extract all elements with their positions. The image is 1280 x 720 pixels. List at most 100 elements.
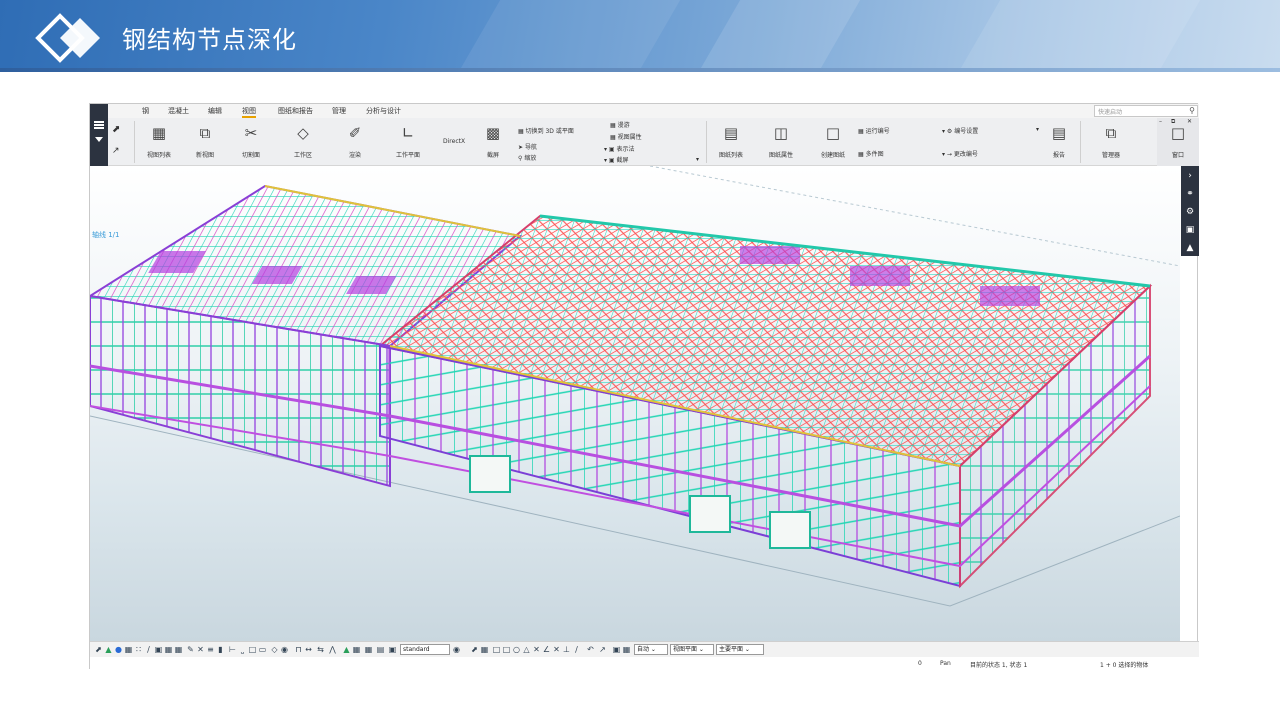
snap-arc-icon[interactable]: ↶ [586,645,595,654]
edit-icon[interactable]: ✎ [186,645,195,654]
filter-options-icon[interactable]: ◉ [452,645,461,654]
run-numbering-button[interactable]: ▦ 运行编号 [858,126,890,135]
numbering-settings-button[interactable]: ▾ ⚙ 编号设置 [942,126,978,135]
ribbon-expand-icon[interactable]: ▾ [696,156,699,163]
bracket-icon[interactable]: ⎵ [238,645,247,654]
object-icon[interactable]: ▣ [388,645,397,654]
tab-view[interactable]: 视图 [242,106,256,118]
render-button[interactable]: ✐ 渲染 [340,124,370,159]
window-button[interactable]: □ 窗口 [1165,124,1191,159]
tab-steel[interactable]: 钢 [142,106,149,116]
gate-icon[interactable]: ⊓ [294,645,303,654]
snap-triangle-icon[interactable]: △ [522,645,531,654]
frame-icon[interactable]: □ [248,645,257,654]
view-properties-button[interactable]: ▦ 视图属性 [610,132,642,141]
work-area-button[interactable]: ◇ 工作区 [288,124,318,159]
tab-manage[interactable]: 管理 [332,106,346,116]
grid-select-icon[interactable]: ▦ [124,645,133,654]
multi-drawing-button[interactable]: ▦ 多件图 [858,149,884,158]
numbering-dropdown-icon[interactable]: ▾ [1036,126,1039,133]
chevron-right-icon[interactable]: › [1184,170,1196,182]
chevron-down-icon[interactable] [95,137,103,142]
eye-icon[interactable]: ◉ [280,645,289,654]
component-icon[interactable]: ▤ [376,645,385,654]
snap-point-icon[interactable]: □ [502,645,511,654]
roam-button[interactable]: ▦ 漫游 [610,120,630,129]
steel-structure-model [90,166,1180,607]
snap-icon[interactable]: ↗ [112,146,120,156]
model-viewport[interactable]: 轴线 1/1 z [90,166,1180,641]
snap-box-icon[interactable]: □ [492,645,501,654]
gear-icon[interactable]: ⚙ [1184,206,1196,218]
filter-icon[interactable]: ▦ [364,645,373,654]
cut-icon[interactable]: ✕ [196,645,205,654]
snap-plane-icon[interactable]: ▣ [612,645,621,654]
menu-icon[interactable] [94,121,104,129]
snap-mode-select[interactable]: 自动 ⌄ [634,644,668,655]
ribbon-panel: ⬈ ↗ ▦ 视图列表 ⧉ 新视图 ✂ 切割面 ◇ 工作区 ✐ 渲染 ∟ 工作平面… [90,104,1199,166]
display-button[interactable]: ▾ ▣ 表示法 [604,144,635,153]
organizer-button[interactable]: ⧉ 管理器 [1096,124,1126,159]
line-icon[interactable]: ∕ [144,645,153,654]
screenshot-button[interactable]: ▩ 截屏 [480,124,506,159]
select-part-icon[interactable]: ▦ [352,645,361,654]
capture-button[interactable]: ▾ ▣ 截屏 [604,155,629,164]
snap-free-icon[interactable]: ↗ [598,645,607,654]
snap-layer-icon[interactable]: ▦ [622,645,631,654]
create-drawing-button[interactable]: □ 创建图纸 [818,124,848,159]
layers-icon[interactable]: ▲ [1184,242,1196,254]
link-icon[interactable]: ⚭ [1184,188,1196,200]
tekla-window: 钢 混凝土 编辑 视图 图纸和报告 管理 分析与设计 快速启动 ⚲ ⬈ ↗ ▦ … [89,103,1199,670]
search-icon[interactable]: ⚲ [1189,106,1195,115]
move-icon[interactable]: ⇆ [316,645,325,654]
column-icon[interactable]: ≡ [206,645,215,654]
peak-icon[interactable]: ⋀ [328,645,337,654]
switch-3d-button[interactable]: ▦ 切换到 3D 或平面 [518,126,574,135]
main-plane-select[interactable]: 主要平面 ⌄ [716,644,764,655]
double-arrow-icon[interactable]: ↔ [304,645,313,654]
view-list-button[interactable]: ▦ 视图列表 [144,124,174,159]
directx-label[interactable]: DirectX [443,138,465,145]
cube-icon[interactable]: ▣ [1184,224,1196,236]
tab-drawings-reports[interactable]: 图纸和报告 [278,106,313,116]
plane-select[interactable]: 视图平面 ⌄ [670,644,714,655]
assembly-icon[interactable]: ▦ [174,645,183,654]
new-view-button[interactable]: ⧉ 新视图 [190,124,220,159]
tab-analysis-design[interactable]: 分析与设计 [366,106,401,116]
rect-icon[interactable]: ▭ [258,645,267,654]
tab-edit[interactable]: 编辑 [208,106,222,116]
work-plane-button[interactable]: ∟ 工作平面 [390,124,426,159]
snap-arrow-icon[interactable]: ⬈ [470,645,479,654]
minimize-icon[interactable]: – [1159,118,1162,125]
quick-launch-search[interactable]: 快速启动 ⚲ [1094,105,1198,117]
beam-icon[interactable]: ⊢ [228,645,237,654]
tab-concrete[interactable]: 混凝土 [168,106,189,116]
organizer-icon: ⧉ [1105,124,1117,142]
table-icon[interactable]: ▦ [164,645,173,654]
report-button[interactable]: ▤ 报告 [1046,124,1072,159]
diamond-icon[interactable]: ◇ [270,645,279,654]
clip-plane-button[interactable]: ✂ 切割面 [236,124,266,159]
search-placeholder: 快速启动 [1098,109,1123,116]
pointer-icon[interactable]: ⬈ [94,645,103,654]
drawing-list-button[interactable]: ▤ 图纸列表 [716,124,746,159]
zoom-button[interactable]: ⚲ 缩放 [518,153,536,162]
change-numbering-button[interactable]: ▾ → 更改编号 [942,149,978,158]
selection-filter-select[interactable]: standard [400,644,450,655]
snap-grid-icon[interactable]: ▦ [480,645,489,654]
snap-circle-icon[interactable]: ○ [512,645,521,654]
navigate-button[interactable]: ➤ 导航 [518,142,537,151]
triangle-icon[interactable]: ▲ [104,645,113,654]
snap-angle-icon[interactable]: ∠ [542,645,551,654]
snap-perp-icon[interactable]: ⊥ [562,645,571,654]
drawing-properties-button[interactable]: ◫ 图纸属性 [766,124,796,159]
green-icon[interactable]: ▲ [342,645,351,654]
snap-x-icon[interactable]: ✕ [532,645,541,654]
snap-cross-icon[interactable]: ✕ [552,645,561,654]
part-icon[interactable]: ▣ [154,645,163,654]
dot-icon[interactable]: ● [114,645,123,654]
select-arrow-icon[interactable]: ⬈ [112,124,120,135]
snap-line-icon[interactable]: ∕ [572,645,581,654]
points-icon[interactable]: ∷ [134,645,143,654]
split-icon[interactable]: ▮ [216,645,225,654]
